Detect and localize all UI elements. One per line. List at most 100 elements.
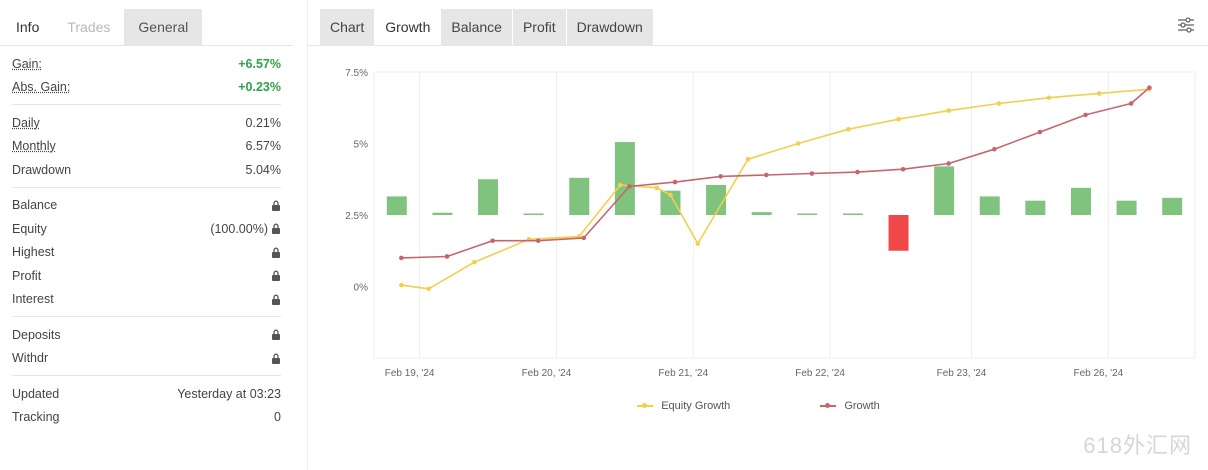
tab-info[interactable]: Info (2, 9, 54, 45)
lock-icon (271, 329, 281, 341)
stat-highest: Highest (12, 241, 281, 265)
stat-withdrawals: Withdr (12, 347, 281, 371)
stat-equity-label: Equity (12, 221, 47, 236)
chart-tabs: Chart Growth Balance Profit Drawdown (308, 0, 1208, 46)
stat-deposits-label: Deposits (12, 327, 61, 342)
bar (614, 142, 635, 215)
stat-updated: Updated Yesterday at 03:23 (12, 382, 281, 406)
series-point (426, 286, 432, 292)
bar (797, 213, 818, 215)
chart-legend: Equity Growth Growth (308, 400, 1208, 412)
series-point (618, 182, 623, 188)
stat-updated-value: Yesterday at 03:23 (177, 386, 281, 401)
stat-equity: Equity (100.00%) (12, 217, 281, 241)
divider (12, 316, 281, 317)
watermark: 618外汇网 (1083, 433, 1192, 458)
series-point (763, 172, 769, 178)
bar (478, 179, 499, 215)
tab-balance[interactable]: Balance (441, 9, 512, 45)
stat-monthly-value: 6.57% (245, 139, 281, 154)
lock-icon (271, 294, 281, 305)
series-point (399, 255, 404, 261)
stat-profit-value (271, 270, 281, 282)
legend-equity-growth-label: Equity Growth (661, 400, 731, 412)
series-point (1096, 91, 1102, 96)
stat-daily-value: 0.21% (245, 115, 281, 130)
series-point (846, 126, 851, 132)
series-point (1083, 112, 1088, 118)
series-point (668, 192, 673, 198)
tab-growth[interactable]: Growth (375, 9, 441, 45)
bar (569, 177, 590, 215)
tab-profit[interactable]: Profit (512, 9, 566, 45)
x-tick-label: Feb 20, '24 (522, 368, 572, 379)
bar (842, 213, 863, 215)
bar (1070, 187, 1091, 215)
bar (386, 196, 407, 215)
settings-sliders-icon[interactable] (1176, 15, 1196, 35)
bar (1162, 197, 1183, 215)
series-point (490, 238, 495, 244)
series-point (809, 171, 815, 176)
growth-chart: 7.5% 5% 2.5% 0% Feb 19, '24 Feb 20, '24 Feb 21… (345, 68, 1196, 379)
bar (523, 213, 544, 215)
series-point (992, 146, 997, 152)
lock-icon (271, 223, 281, 235)
stat-drawdown-label: Drawdown (12, 162, 72, 177)
stat-highest-value (271, 247, 281, 258)
stat-withdrawals-label: Withdr (12, 351, 49, 366)
y-tick-label: 5% (354, 140, 369, 151)
series-line (401, 88, 1150, 290)
tab-trades[interactable]: Trades (53, 9, 125, 45)
series-point (1128, 101, 1134, 106)
stat-balance-label: Balance (12, 198, 58, 213)
legend-growth-marker (820, 403, 837, 408)
series-point (795, 141, 801, 146)
stat-deposits-value (271, 329, 281, 341)
lock-icon (271, 200, 281, 211)
series-point (1147, 85, 1152, 91)
series-point (695, 241, 701, 246)
stat-drawdown: Drawdown 5.04% (12, 158, 281, 182)
series-point (672, 179, 678, 185)
stat-daily-label[interactable]: Daily (12, 116, 40, 130)
tab-general[interactable]: General (124, 9, 203, 45)
legend-equity-growth[interactable]: Equity Growth (637, 400, 730, 412)
stat-balance-value (268, 200, 281, 211)
series-point (535, 238, 541, 244)
info-tabs: Info Trades General (0, 0, 293, 46)
bar (1116, 200, 1137, 215)
series-point (996, 101, 1002, 106)
series-point (946, 161, 951, 166)
bar (979, 196, 1000, 215)
tab-drawdown[interactable]: Drawdown (566, 9, 653, 45)
y-tick-label: 7.5% (345, 68, 368, 79)
stat-monthly-label[interactable]: Monthly (12, 139, 56, 153)
stat-highest-label: Highest (12, 245, 55, 260)
series-point (900, 166, 906, 172)
x-tick-label: Feb 21, '24 (658, 368, 708, 379)
y-tick-label: 2.5% (345, 211, 368, 222)
stat-equity-text: (100.00%) (210, 221, 268, 236)
legend-growth[interactable]: Growth (820, 400, 880, 412)
stat-tracking-label: Tracking (12, 410, 60, 425)
divider (12, 375, 281, 376)
series-point (896, 116, 901, 122)
stat-abs-gain-label[interactable]: Abs. Gain: (12, 80, 70, 94)
stat-interest-value (271, 294, 281, 305)
tab-chart[interactable]: Chart (320, 9, 375, 45)
stat-gain-label[interactable]: Gain: (12, 57, 42, 71)
series-point (855, 169, 860, 175)
stat-profit-label: Profit (12, 268, 42, 283)
stat-gain: Gain: +6.57% (12, 52, 281, 76)
stat-gain-value: +6.57% (238, 56, 281, 71)
lock-icon (271, 270, 281, 282)
stat-balance: Balance (12, 194, 281, 218)
series-point (472, 259, 477, 265)
series-point (1037, 129, 1043, 135)
lock-icon (271, 353, 281, 364)
bar (934, 166, 955, 215)
stat-deposits: Deposits (12, 323, 281, 347)
stat-monthly: Monthly 6.57% (12, 135, 281, 159)
divider (12, 104, 281, 105)
